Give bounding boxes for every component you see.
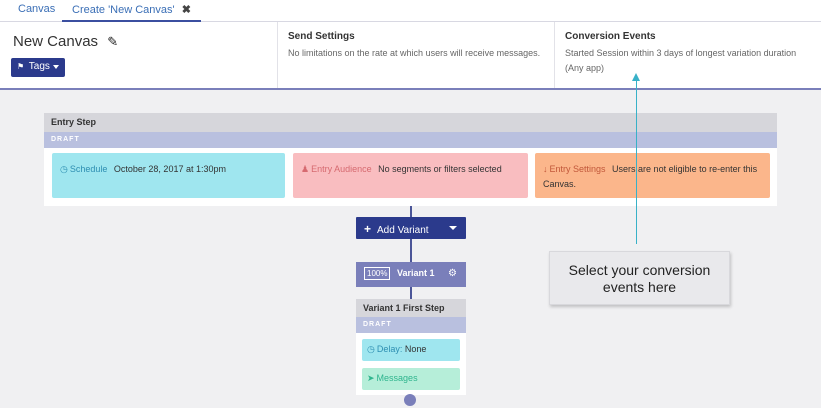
tab-create-new-canvas[interactable]: Create 'New Canvas' ✖ [62, 0, 201, 22]
conversion-events-title: Conversion Events [565, 31, 656, 42]
variant-percent[interactable]: 100% [364, 267, 391, 280]
add-variant-label: Add Variant [377, 225, 429, 236]
flow-connector [410, 206, 412, 217]
conversion-events-panel[interactable]: Conversion Events Started Session within… [554, 22, 821, 88]
annotation-callout: Select your conversion events here [549, 251, 730, 305]
send-settings-title: Send Settings [288, 31, 355, 42]
send-settings-description: No limitations on the rate at which user… [288, 48, 541, 58]
pencil-icon[interactable]: ✎ [107, 34, 118, 50]
entry-step-title: Entry Step [44, 113, 777, 132]
schedule-value: October 28, 2017 at 1:30pm [113, 164, 226, 174]
messages-label: Messages [376, 373, 418, 383]
variant-name: Variant 1 [396, 268, 435, 278]
schedule-label: Schedule [69, 164, 108, 174]
variant-step-card[interactable]: Variant 1 First Step DRAFT ◷ Delay: None … [356, 299, 466, 395]
entry-audience-card[interactable]: ♟ Entry Audience No segments or filters s… [293, 153, 528, 198]
entry-audience-label: Entry Audience [311, 164, 372, 174]
send-settings-panel[interactable]: Send Settings No limitations on the rate… [277, 22, 554, 88]
flow-connector [410, 287, 412, 299]
entry-audience-value: No segments or filters selected [378, 164, 502, 174]
messages-card[interactable]: ➤ Messages [362, 368, 460, 390]
entry-settings-label: Entry Settings [549, 164, 606, 174]
delay-card[interactable]: ◷ Delay: None [362, 339, 460, 361]
variant-step-status: DRAFT [356, 317, 466, 333]
tab-bar: Canvas Create 'New Canvas' ✖ [0, 0, 821, 22]
tab-create-label: Create 'New Canvas' [72, 4, 175, 16]
canvas-name: New Canvas [13, 33, 99, 50]
caret-down-icon[interactable] [449, 226, 457, 230]
entry-step-card[interactable]: Entry Step DRAFT ◷ Schedule October 28, 2… [44, 113, 777, 206]
flow-connector [410, 239, 412, 262]
users-icon: ♟ [301, 164, 310, 174]
canvas-title: New Canvas ✎ [13, 33, 118, 50]
add-variant-button[interactable]: + Add Variant [356, 217, 466, 239]
paper-plane-icon: ➤ [367, 373, 375, 383]
arrow-down-icon: ↓ [543, 164, 548, 174]
canvas-header: New Canvas ✎ ⚑ Tags Send Settings No lim… [0, 22, 821, 90]
conversion-events-description: Started Session within 3 days of longest… [565, 48, 797, 73]
variant-header[interactable]: 100% Variant 1 ⚙ [356, 262, 466, 287]
close-icon[interactable]: ✖ [182, 4, 191, 16]
delay-value: None [404, 344, 427, 354]
caret-down-icon [53, 65, 59, 69]
plus-icon: + [364, 222, 372, 236]
tab-canvas[interactable]: Canvas [18, 3, 55, 15]
clock-icon: ◷ [60, 164, 68, 174]
tags-button[interactable]: ⚑ Tags [11, 58, 65, 77]
clock-icon: ◷ [367, 344, 375, 354]
schedule-card[interactable]: ◷ Schedule October 28, 2017 at 1:30pm [52, 153, 285, 198]
variant-step-title: Variant 1 First Step [356, 299, 466, 317]
annotation-line [636, 80, 637, 244]
entry-settings-card[interactable]: ↓ Entry Settings Users are not eligible t… [535, 153, 770, 198]
flow-end-node[interactable] [404, 394, 416, 406]
gear-icon[interactable]: ⚙ [448, 268, 457, 279]
tags-label: Tags [28, 61, 50, 72]
delay-label: Delay: [376, 344, 403, 354]
entry-step-status: DRAFT [44, 132, 777, 148]
tag-icon: ⚑ [17, 62, 25, 71]
